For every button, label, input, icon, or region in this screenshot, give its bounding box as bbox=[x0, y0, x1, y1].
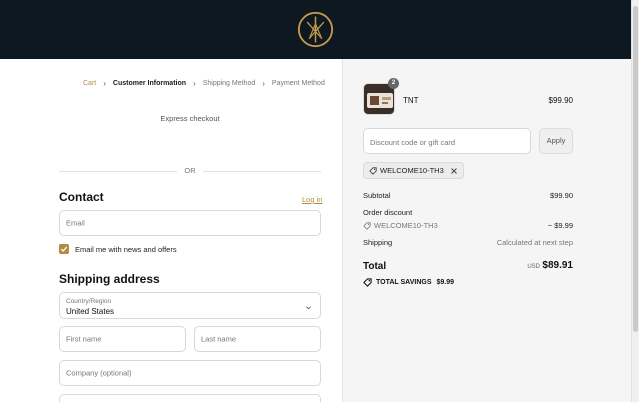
breadcrumb: Cart › Customer Information › Shipping M… bbox=[83, 79, 325, 88]
compass-logo[interactable] bbox=[297, 11, 334, 48]
express-checkout-label: Express checkout bbox=[160, 114, 220, 123]
discount-placeholder: Discount code or gift card bbox=[370, 138, 456, 147]
country-select[interactable]: Country/Region United States bbox=[59, 292, 321, 319]
chevron-right-icon: › bbox=[193, 79, 196, 88]
address-field[interactable] bbox=[59, 394, 321, 402]
email-field[interactable]: Email bbox=[59, 210, 321, 236]
applied-code-label: WELCOME10-TH3 bbox=[380, 166, 444, 175]
first-name-placeholder: First name bbox=[66, 334, 102, 344]
shipping-label: Shipping bbox=[363, 238, 393, 247]
newsletter-checkbox[interactable] bbox=[59, 244, 69, 254]
total-savings-label: TOTAL SAVINGS bbox=[376, 279, 432, 286]
last-name-placeholder: Last name bbox=[201, 334, 237, 344]
close-icon[interactable] bbox=[450, 167, 457, 174]
checkout-form-pane: Cart › Customer Information › Shipping M… bbox=[0, 59, 342, 402]
breadcrumb-customer-information: Customer Information bbox=[112, 80, 187, 87]
company-field[interactable]: Company (optional) bbox=[59, 360, 321, 386]
newsletter-label: Email me with news and offers bbox=[75, 245, 177, 254]
page-scrollbar[interactable] bbox=[631, 0, 639, 402]
login-link[interactable]: Log in bbox=[302, 195, 322, 204]
company-placeholder: Company (optional) bbox=[66, 368, 132, 378]
country-label: Country/Region bbox=[66, 298, 112, 305]
check-icon bbox=[60, 246, 68, 252]
product-name: TNT bbox=[403, 96, 419, 105]
total-value: $89.91 bbox=[542, 260, 573, 271]
breadcrumb-shipping-method: Shipping Method bbox=[202, 80, 256, 87]
quantity-badge: 2 bbox=[388, 78, 399, 89]
email-placeholder: Email bbox=[66, 218, 85, 228]
order-summary-pane: 2 TNT $99.90 Discount code or gift card … bbox=[342, 59, 631, 402]
order-discount-label: Order discount bbox=[363, 208, 413, 217]
product-price: $99.90 bbox=[548, 96, 573, 105]
apply-button[interactable]: Apply bbox=[539, 128, 573, 154]
subtotal-label: Subtotal bbox=[363, 191, 391, 200]
tag-icon bbox=[363, 221, 371, 230]
breadcrumb-payment-method: Payment Method bbox=[271, 80, 325, 87]
tag-icon bbox=[363, 278, 372, 287]
chevron-down-icon bbox=[306, 306, 311, 310]
product-image bbox=[364, 84, 394, 114]
discount-code-input[interactable]: Discount code or gift card bbox=[363, 128, 531, 154]
first-name-field[interactable]: First name bbox=[59, 326, 186, 352]
country-value: United States bbox=[66, 307, 115, 316]
total-label: Total bbox=[363, 261, 387, 272]
tag-icon bbox=[369, 166, 377, 175]
shipping-value: Calculated at next step bbox=[496, 238, 573, 247]
total-savings-value: $9.99 bbox=[436, 279, 455, 286]
discount-code-row: WELCOME10-TH3 bbox=[363, 221, 438, 230]
or-label: OR bbox=[184, 166, 196, 175]
applied-discount-tag: WELCOME10-TH3 bbox=[363, 162, 464, 179]
chevron-right-icon: › bbox=[262, 79, 265, 88]
total-savings: TOTAL SAVINGS $9.99 bbox=[363, 278, 454, 287]
header-bar bbox=[0, 0, 639, 59]
subtotal-value: $99.90 bbox=[550, 191, 573, 200]
chevron-right-icon: › bbox=[103, 79, 106, 88]
contact-heading: Contact bbox=[59, 190, 104, 204]
or-divider: OR bbox=[59, 166, 321, 176]
breadcrumb-cart[interactable]: Cart bbox=[83, 80, 96, 87]
discount-code-label: WELCOME10-TH3 bbox=[374, 221, 438, 230]
currency-code: USD bbox=[527, 264, 540, 270]
discount-value: − $9.99 bbox=[547, 221, 573, 230]
scrollbar-thumb[interactable] bbox=[633, 6, 638, 332]
shipping-address-heading: Shipping address bbox=[59, 272, 160, 286]
last-name-field[interactable]: Last name bbox=[194, 326, 321, 352]
